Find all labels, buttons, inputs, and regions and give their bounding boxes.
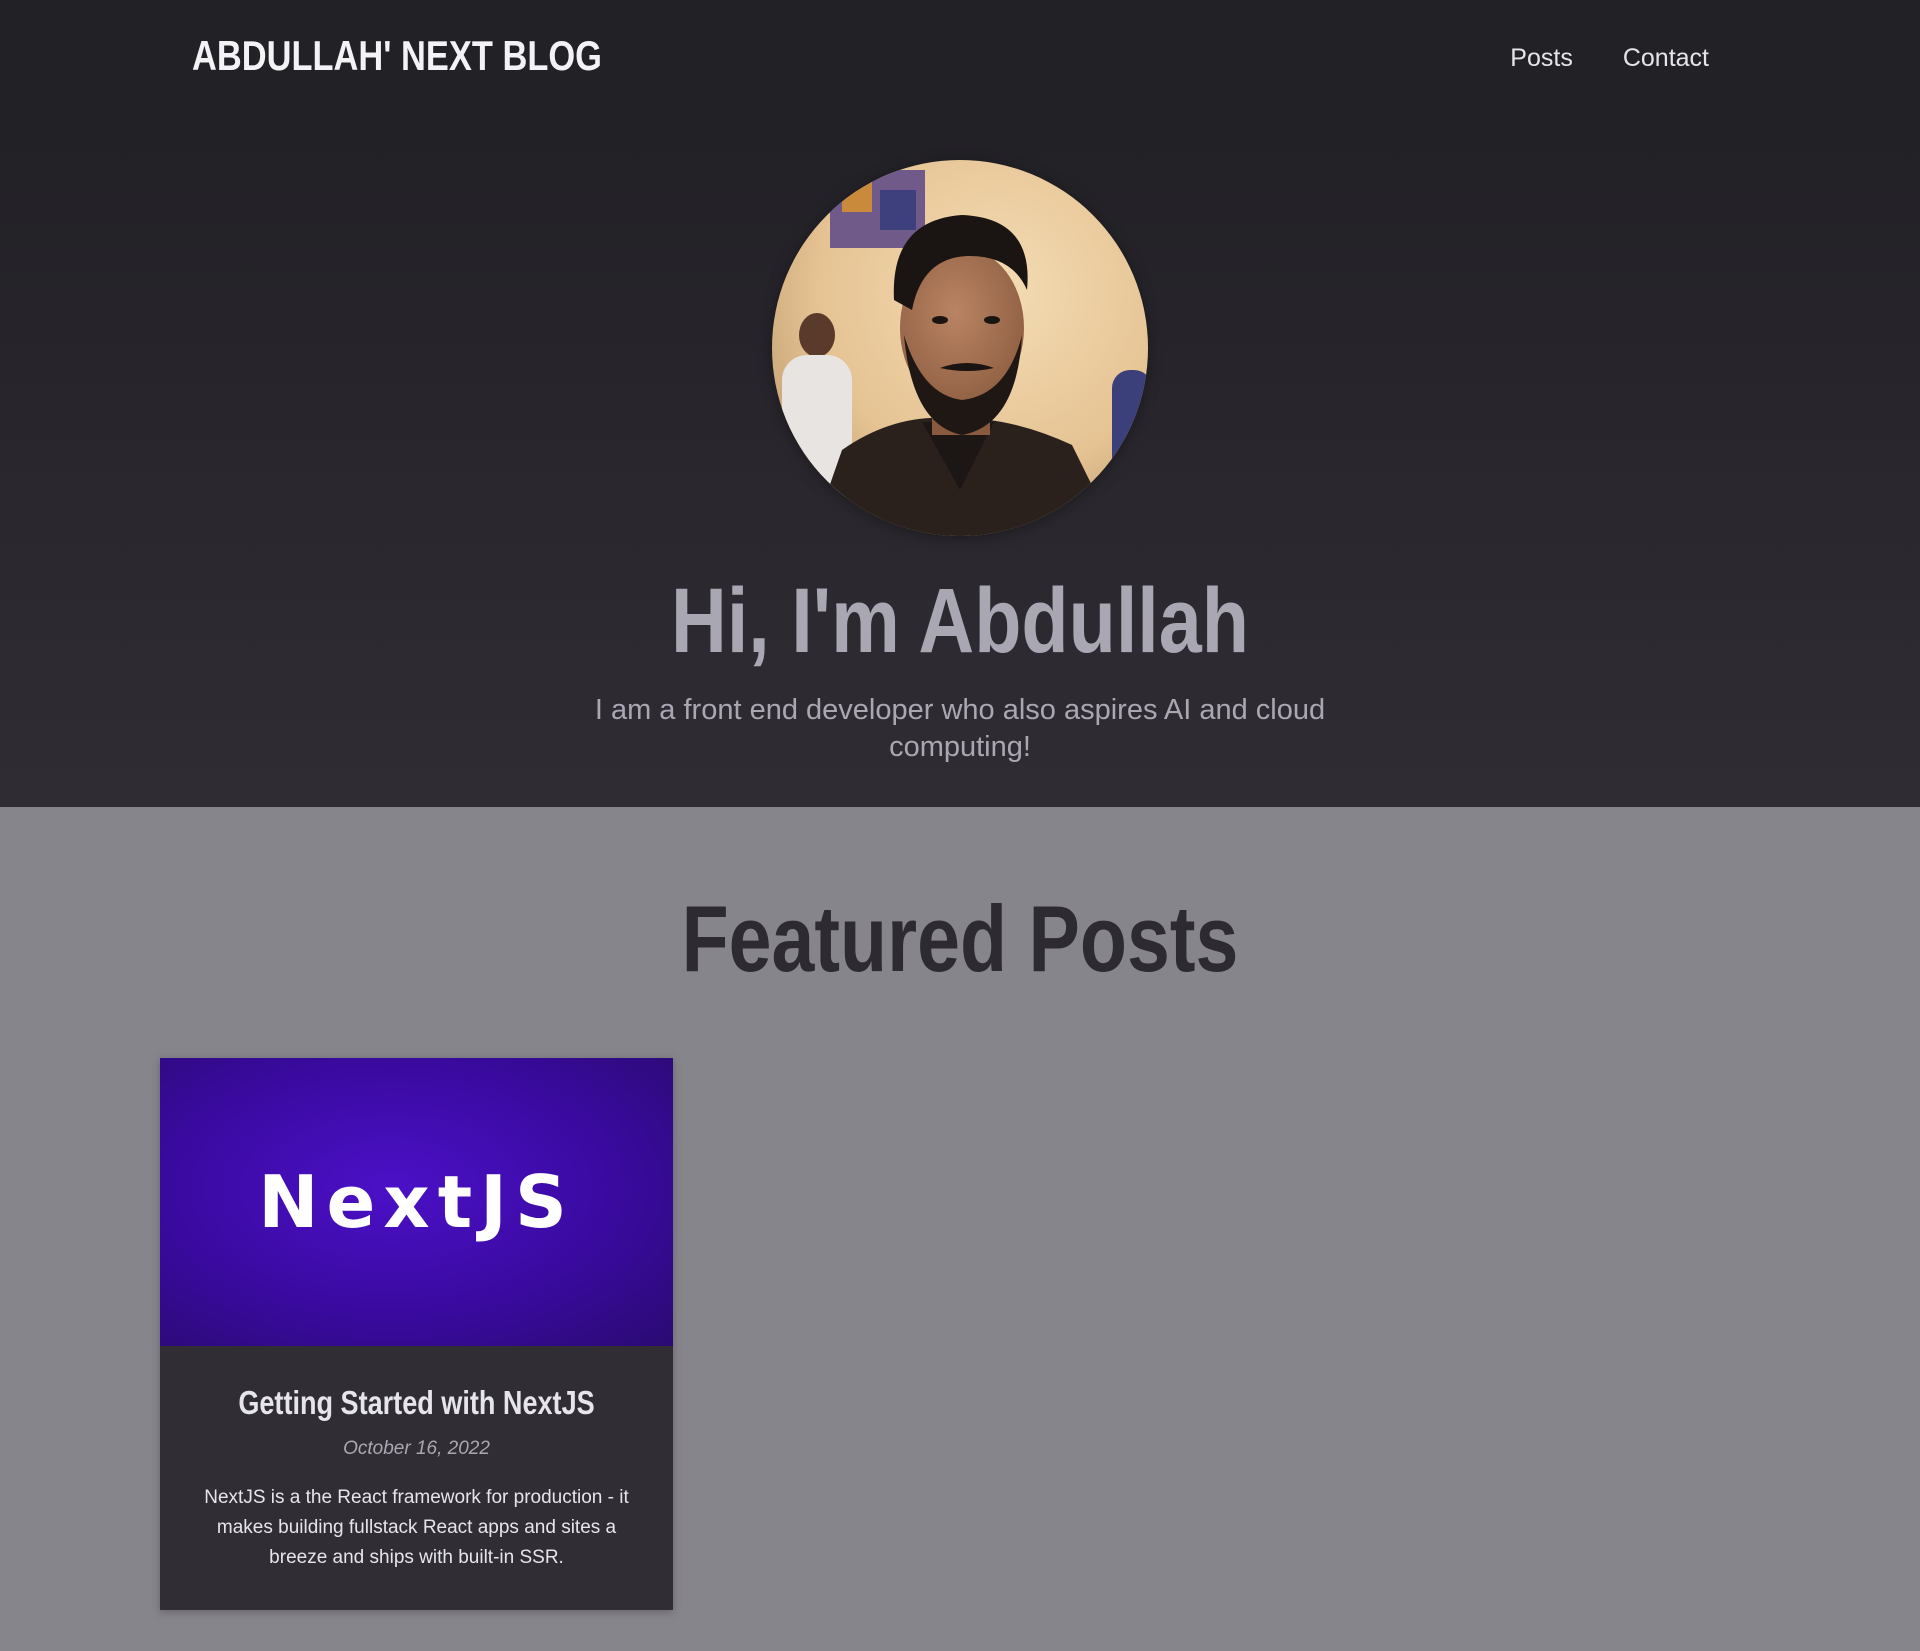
hero-subtitle: I am a front end developer who also aspi… — [594, 694, 1326, 763]
site-header: ABDULLAH' NEXT BLOG Posts Contact — [0, 0, 1920, 122]
post-card-date: October 16, 2022 — [343, 1438, 490, 1459]
hero-title: Hi, I'm Abdullah — [671, 570, 1249, 672]
hero-section: Hi, I'm Abdullah I am a front end develo… — [0, 122, 1920, 807]
post-card[interactable]: NextJS Getting Started with NextJS Octob… — [160, 1058, 673, 1610]
featured-posts-title: Featured Posts — [681, 886, 1239, 991]
post-card-title[interactable]: Getting Started with NextJS — [206, 1384, 627, 1422]
nav-link-posts[interactable]: Posts — [1510, 44, 1573, 73]
post-card-image: NextJS — [160, 1058, 673, 1346]
avatar — [772, 160, 1148, 536]
main-nav: Posts Contact — [1510, 44, 1709, 73]
profile-photo-icon — [772, 160, 1148, 536]
post-card-excerpt: NextJS is a the React framework for prod… — [204, 1487, 629, 1568]
post-card-image-text: NextJS — [258, 1160, 575, 1244]
nav-link-contact[interactable]: Contact — [1623, 44, 1709, 73]
site-logo[interactable]: ABDULLAH' NEXT BLOG — [192, 32, 602, 80]
